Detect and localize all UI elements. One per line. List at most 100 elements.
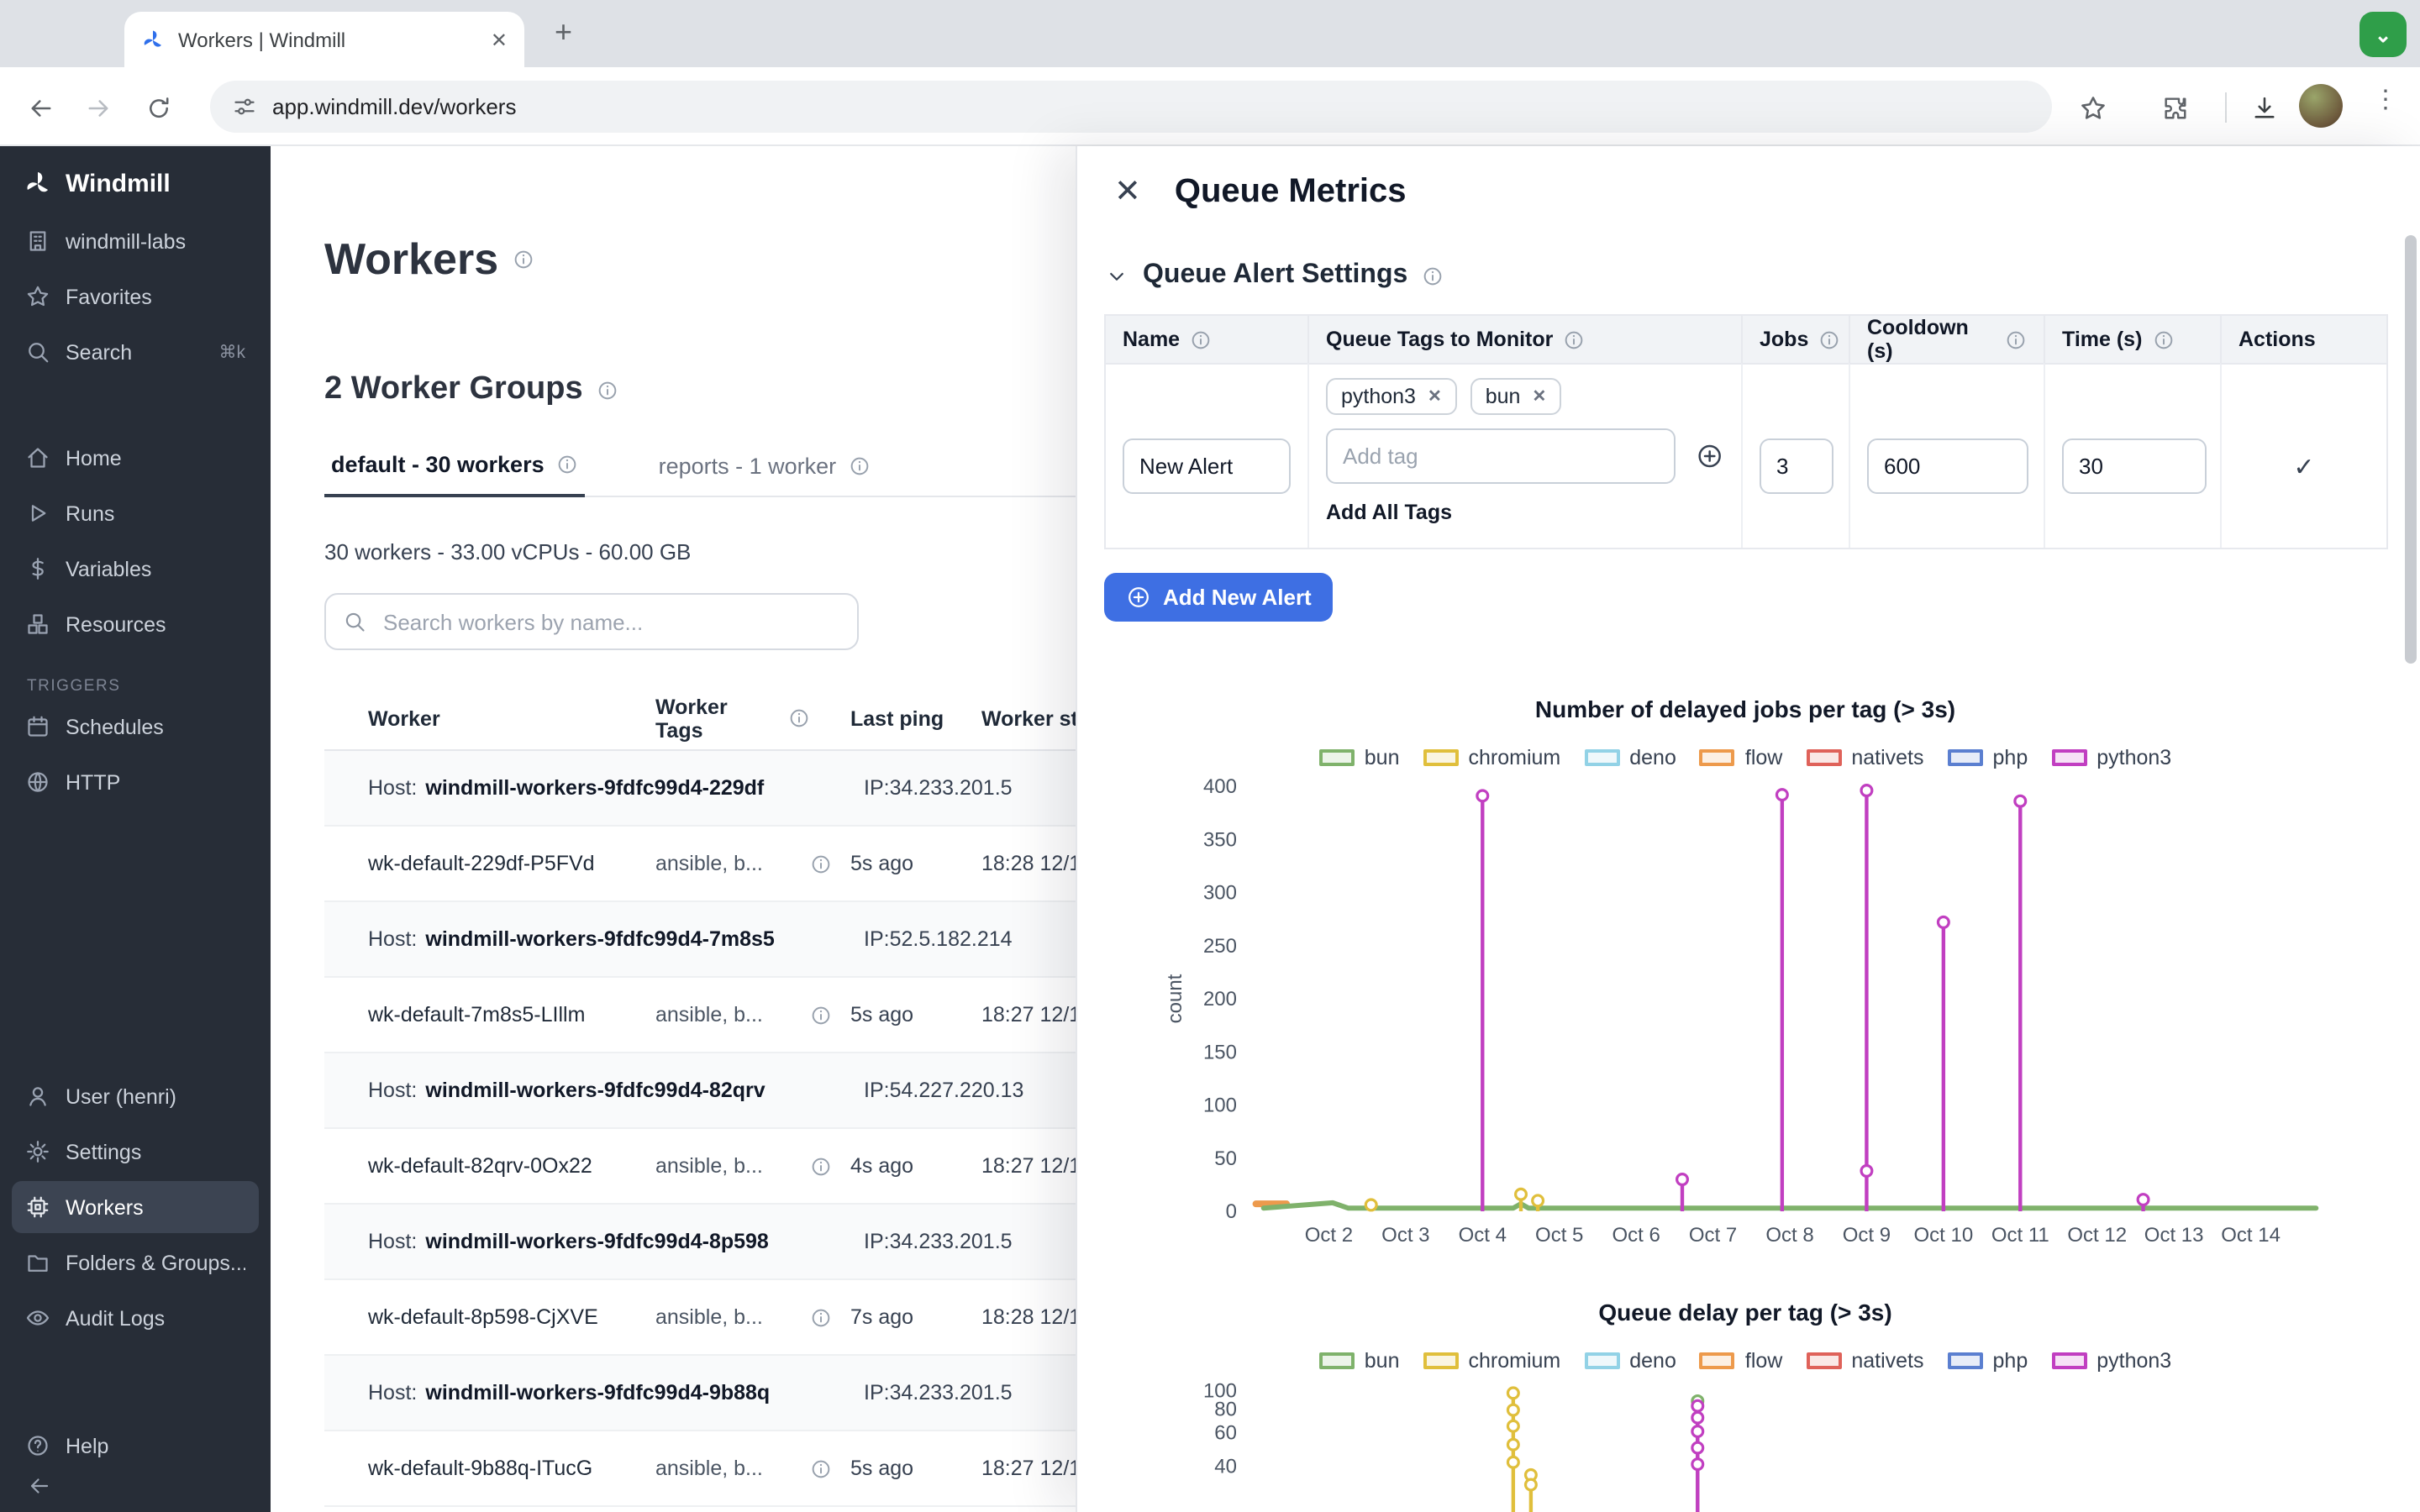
add-tag-input[interactable] [1326, 428, 1676, 484]
dollar-icon [25, 556, 50, 581]
new-tab-button[interactable]: + [555, 15, 572, 50]
sidebar-item-variables[interactable]: Variables [12, 543, 259, 595]
legend-swatch [1806, 749, 1841, 766]
sidebar-item-audit[interactable]: Audit Logs [12, 1292, 259, 1344]
sidebar-item-folders[interactable]: Folders & Groups... [12, 1236, 259, 1289]
jobs-input[interactable] [1760, 438, 1833, 494]
legend-item-python3[interactable]: python3 [2051, 746, 2171, 769]
sidebar-item-favorites[interactable]: Favorites [12, 270, 259, 323]
url-text[interactable]: app.windmill.dev/workers [272, 94, 516, 119]
legend-swatch [1948, 1352, 1983, 1369]
legend-item-deno[interactable]: deno [1584, 1349, 1676, 1373]
info-icon[interactable] [2152, 328, 2174, 350]
tab-label: default - 30 workers [331, 452, 544, 477]
legend-item-bun[interactable]: bun [1319, 1349, 1400, 1373]
legend-item-chromium[interactable]: chromium [1423, 746, 1561, 769]
info-icon[interactable] [810, 1457, 832, 1479]
tag-pill-python3[interactable]: python3✕ [1326, 378, 1457, 415]
star-icon [25, 284, 50, 309]
downloads-icon[interactable] [2242, 86, 2286, 129]
tab-reports-group[interactable]: reports - 1 worker [652, 452, 877, 496]
legend-item-deno[interactable]: deno [1584, 746, 1676, 769]
sidebar-item-settings[interactable]: Settings [12, 1126, 259, 1178]
menu-kebab-icon[interactable]: ⋮ [2373, 84, 2398, 114]
back-button[interactable] [17, 84, 64, 131]
legend-swatch [1584, 749, 1619, 766]
col-worker-tags: Worker Tags [655, 695, 810, 742]
legend-item-python3[interactable]: python3 [2051, 1349, 2171, 1373]
sidebar-item-resources[interactable]: Resources [12, 598, 259, 650]
sidebar-item-user[interactable]: User (henri) [12, 1070, 259, 1122]
sidebar-item-home[interactable]: Home [12, 432, 259, 484]
info-icon[interactable] [1563, 328, 1585, 350]
legend-item-php[interactable]: php [1948, 1349, 2028, 1373]
search-workers-input[interactable] [380, 607, 840, 636]
remove-tag-icon[interactable]: ✕ [1532, 387, 1546, 406]
alert-name-input[interactable] [1123, 438, 1291, 494]
legend-item-bun[interactable]: bun [1319, 746, 1400, 769]
info-icon[interactable] [1818, 328, 1840, 350]
tag-pill-bun[interactable]: bun✕ [1470, 378, 1562, 415]
profile-avatar[interactable] [2299, 84, 2343, 128]
bookmark-star-icon[interactable] [2070, 86, 2114, 129]
sidebar-item-workers[interactable]: Workers [12, 1181, 259, 1233]
app-logo[interactable]: Windmill [0, 146, 271, 212]
browser-tab[interactable]: Workers | Windmill ✕ [124, 12, 524, 67]
legend-item-flow[interactable]: flow [1700, 1349, 1782, 1373]
sidebar-item-workspace[interactable]: windmill-labs [12, 215, 259, 267]
sidebar-item-http[interactable]: HTTP [12, 756, 259, 808]
add-tag-plus-icon[interactable] [1697, 442, 1724, 470]
svg-text:Oct 6: Oct 6 [1612, 1224, 1660, 1247]
queue-alert-settings-toggle[interactable]: Queue Alert Settings [1104, 257, 2386, 294]
info-icon[interactable] [556, 454, 578, 475]
extensions-icon[interactable] [2153, 86, 2196, 129]
info-icon[interactable] [810, 1155, 832, 1177]
info-icon[interactable] [810, 1306, 832, 1328]
info-icon[interactable] [810, 853, 832, 874]
sidebar-item-label: Resources [66, 612, 166, 636]
search-workers-box[interactable] [324, 593, 859, 650]
info-icon[interactable] [1190, 328, 1212, 350]
home-icon [25, 445, 50, 470]
sidebar-collapse-icon[interactable] [27, 1473, 52, 1499]
legend-item-flow[interactable]: flow [1700, 746, 1782, 769]
sidebar-item-label: Favorites [66, 285, 152, 308]
cooldown-input[interactable] [1867, 438, 2028, 494]
legend-item-nativets[interactable]: nativets [1806, 746, 1923, 769]
sidebar-item-label: Schedules [66, 715, 164, 738]
address-bar[interactable]: app.windmill.dev/workers [210, 81, 2052, 133]
tab-default-group[interactable]: default - 30 workers [324, 452, 585, 497]
info-icon[interactable] [512, 249, 534, 270]
reload-button[interactable] [134, 84, 182, 131]
profile-chip[interactable]: ⌄ [2360, 12, 2407, 57]
worker-tags: ansible, b... [655, 1154, 810, 1178]
scrollbar-thumb[interactable] [2405, 235, 2417, 664]
info-icon[interactable] [597, 379, 618, 401]
add-all-tags-link[interactable]: Add All Tags [1326, 501, 1724, 524]
info-icon[interactable] [2005, 328, 2027, 350]
sidebar-item-help[interactable]: Help [12, 1420, 259, 1472]
legend-label: chromium [1469, 1349, 1561, 1373]
site-settings-icon[interactable] [232, 94, 257, 119]
sidebar-item-schedules[interactable]: Schedules [12, 701, 259, 753]
info-icon[interactable] [848, 454, 870, 476]
close-icon[interactable]: ✕ [1104, 169, 1151, 214]
plus-circle-icon [1126, 585, 1151, 610]
time-input[interactable] [2062, 438, 2207, 494]
info-icon[interactable] [1421, 265, 1443, 286]
sidebar-item-search[interactable]: Search⌘k [12, 326, 259, 378]
add-new-alert-button[interactable]: Add New Alert [1104, 573, 1334, 622]
remove-tag-icon[interactable]: ✕ [1428, 387, 1442, 406]
cpu-icon [25, 1194, 50, 1220]
info-icon[interactable] [810, 1004, 832, 1026]
sidebar-item-runs[interactable]: Runs [12, 487, 259, 539]
confirm-alert-check-icon[interactable]: ✓ [2238, 452, 2370, 482]
info-icon[interactable] [788, 707, 810, 729]
col-cooldown: Cooldown (s) [1849, 316, 2044, 363]
legend-swatch [2051, 749, 2086, 766]
legend-item-nativets[interactable]: nativets [1806, 1349, 1923, 1373]
legend-item-php[interactable]: php [1948, 746, 2028, 769]
legend-item-chromium[interactable]: chromium [1423, 1349, 1561, 1373]
forward-button[interactable] [74, 84, 121, 131]
tab-close-icon[interactable]: ✕ [491, 28, 508, 51]
